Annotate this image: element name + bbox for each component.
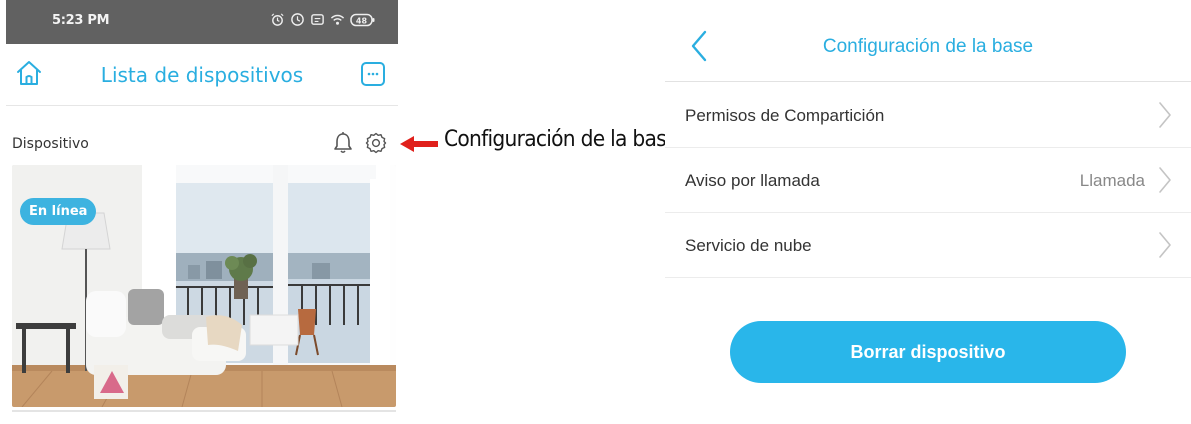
row-label: Aviso por llamada [685,171,820,190]
battery-level: 48 [356,16,368,25]
base-settings-screen: Configuración de la base Permisos de Com… [665,0,1191,424]
row-cloud-service[interactable]: Servicio de nube [665,214,1191,278]
device-label: Dispositivo [12,136,89,152]
row-sharing-permissions[interactable]: Permisos de Compartición [665,84,1191,148]
message-icon [311,14,324,25]
red-arrow-icon [400,136,438,152]
app-header: Lista de dispositivos [6,44,398,106]
row-call-alert[interactable]: Aviso por llamada Llamada [665,149,1191,213]
alarm-icon [271,13,284,26]
status-icons: 48 [270,12,376,27]
delete-device-button[interactable]: Borrar dispositivo [730,321,1126,383]
chevron-right-icon [1159,167,1171,193]
device-menu-icon[interactable] [360,61,386,87]
device-list-screen: 5:23 PM 48 Lista de dispositivos Disposi… [6,0,398,424]
clock-icon [291,13,304,26]
online-status-badge: En línea [20,198,97,225]
row-label: Permisos de Compartición [685,106,885,125]
device-row: Dispositivo [6,126,398,162]
status-bar: 5:23 PM 48 [6,0,398,44]
page-title: Lista de dispositivos [100,63,304,87]
wifi-icon [330,14,345,25]
settings-header: Configuración de la base [665,0,1191,82]
chevron-right-icon [1159,102,1171,128]
annotation-label: Configuración de la base [444,127,678,152]
bell-icon[interactable] [332,131,354,155]
row-label: Servicio de nube [685,236,812,255]
chevron-right-icon [1159,232,1171,258]
status-time: 5:23 PM [52,13,110,28]
divider [12,410,396,412]
battery-icon: 48 [350,13,375,26]
settings-title: Configuración de la base [822,36,1034,57]
gear-icon[interactable] [365,132,387,154]
row-value: Llamada [1079,171,1145,190]
